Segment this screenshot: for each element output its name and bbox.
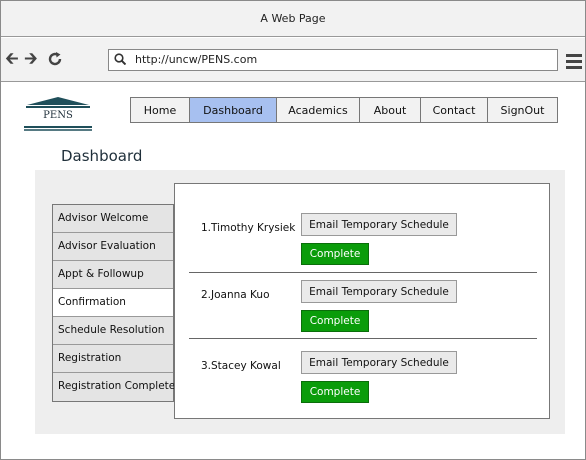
- sidebar-item-registration-complete[interactable]: Registration Complete: [53, 373, 175, 401]
- logo-text: PENS: [43, 110, 73, 121]
- url-text: http://uncw/PENS.com: [135, 53, 258, 66]
- browser-toolbar: 🡰 🡲 http://uncw/PENS.com: [1, 38, 585, 82]
- hamburger-menu-icon[interactable]: [566, 54, 582, 72]
- sidebar-item-advisor-welcome[interactable]: Advisor Welcome: [53, 205, 173, 233]
- email-temporary-schedule-button[interactable]: Email Temporary Schedule: [301, 351, 457, 374]
- address-bar[interactable]: http://uncw/PENS.com: [108, 49, 558, 71]
- pens-logo: PENS: [22, 96, 114, 132]
- nav-dashboard[interactable]: Dashboard: [189, 97, 277, 123]
- row-divider: [189, 272, 537, 273]
- complete-button[interactable]: Complete: [301, 310, 369, 332]
- student-name: 2.Joanna Kuo: [201, 289, 270, 301]
- browser-window: A Web Page 🡰 🡲 http://uncw/PENS.com PENS…: [0, 0, 586, 460]
- complete-button[interactable]: Complete: [301, 381, 369, 403]
- dashboard-sidebar: Advisor Welcome Advisor Evaluation Appt …: [52, 204, 175, 402]
- student-name: 1.Timothy Krysiek: [201, 222, 296, 234]
- nav-home[interactable]: Home: [130, 97, 190, 123]
- email-temporary-schedule-button[interactable]: Email Temporary Schedule: [301, 280, 457, 303]
- nav-signout[interactable]: SignOut: [487, 97, 558, 123]
- student-row: 1.Timothy Krysiek Email Temporary Schedu…: [175, 211, 549, 281]
- sidebar-item-confirmation[interactable]: Confirmation: [53, 289, 173, 317]
- email-temporary-schedule-button[interactable]: Email Temporary Schedule: [301, 213, 457, 236]
- page-title: Dashboard: [61, 147, 143, 165]
- sidebar-item-advisor-evaluation[interactable]: Advisor Evaluation: [53, 233, 173, 261]
- nav-contact[interactable]: Contact: [420, 97, 488, 123]
- student-name: 3.Stacey Kowal: [201, 360, 281, 372]
- row-divider: [189, 338, 537, 339]
- reload-icon[interactable]: [47, 49, 63, 72]
- nav-academics[interactable]: Academics: [276, 97, 360, 123]
- sidebar-item-appt-followup[interactable]: Appt & Followup: [53, 261, 173, 289]
- arrow-left-icon[interactable]: 🡰: [5, 49, 19, 69]
- window-titlebar: A Web Page: [1, 1, 585, 37]
- confirmation-content: 1.Timothy Krysiek Email Temporary Schedu…: [174, 183, 550, 419]
- arrow-right-icon[interactable]: 🡲: [24, 49, 38, 69]
- sidebar-item-registration[interactable]: Registration: [53, 345, 173, 373]
- main-nav: Home Dashboard Academics About Contact S…: [130, 97, 558, 123]
- search-icon: [114, 53, 126, 65]
- sidebar-item-schedule-resolution[interactable]: Schedule Resolution: [53, 317, 173, 345]
- nav-about[interactable]: About: [359, 97, 421, 123]
- student-row: 3.Stacey Kowal Email Temporary Schedule …: [175, 349, 549, 419]
- complete-button[interactable]: Complete: [301, 243, 369, 265]
- window-title: A Web Page: [260, 12, 326, 25]
